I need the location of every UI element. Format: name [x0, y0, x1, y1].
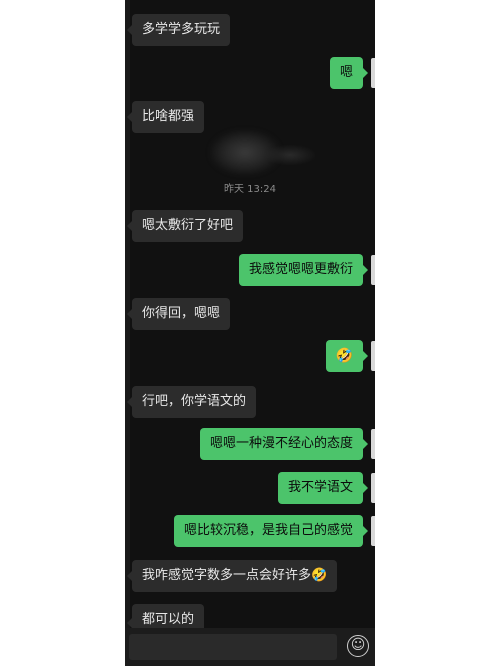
chat-screen: 多学学多玩玩 嗯 比啥都强 昨天 13:24 嗯太敷衍了好吧 我感觉嗯嗯更敷衍 … [125, 0, 375, 666]
own-avatar[interactable] [371, 473, 375, 503]
own-avatar[interactable] [371, 429, 375, 459]
message-incoming[interactable]: 比啥都强 [126, 101, 205, 133]
message-outgoing[interactable]: 我感觉嗯嗯更敷衍 [238, 254, 369, 286]
message-bubble: 嗯 [329, 57, 369, 89]
message-timestamp: 昨天 13:24 [224, 184, 276, 195]
message-outgoing[interactable]: 🤣 [325, 340, 369, 372]
left-avatar-column [125, 0, 130, 666]
message-incoming[interactable]: 我咋感觉字数多一点会好许多🤣 [126, 560, 338, 592]
message-incoming[interactable]: 你得回，嗯嗯 [126, 298, 231, 330]
input-bar: ☺ [125, 628, 375, 666]
message-incoming[interactable]: 嗯太敷衍了好吧 [126, 210, 244, 242]
message-bubble: 比啥都强 [126, 101, 205, 133]
message-bubble: 我感觉嗯嗯更敷衍 [238, 254, 369, 286]
message-bubble: 嗯太敷衍了好吧 [126, 210, 244, 242]
message-bubble: 嗯比较沉稳，是我自己的感觉 [173, 515, 369, 547]
message-outgoing[interactable]: 嗯嗯一种漫不经心的态度 [199, 428, 369, 460]
own-avatar[interactable] [371, 58, 375, 88]
message-bubble: 我咋感觉字数多一点会好许多🤣 [126, 560, 338, 592]
message-incoming[interactable]: 行吧，你学语文的 [126, 386, 257, 418]
message-bubble: 我不学语文 [277, 472, 369, 504]
message-bubble: 嗯嗯一种漫不经心的态度 [199, 428, 369, 460]
message-bubble: 行吧，你学语文的 [126, 386, 257, 418]
message-bubble: 多学学多玩玩 [126, 14, 231, 46]
message-outgoing[interactable]: 嗯比较沉稳，是我自己的感觉 [173, 515, 369, 547]
emoji-smile-icon[interactable]: ☺ [347, 635, 369, 657]
own-avatar[interactable] [371, 341, 375, 371]
message-input[interactable] [129, 634, 337, 660]
message-bubble: 你得回，嗯嗯 [126, 298, 231, 330]
own-avatar[interactable] [371, 255, 375, 285]
redacted-image [265, 145, 315, 165]
message-outgoing[interactable]: 我不学语文 [277, 472, 369, 504]
message-outgoing[interactable]: 嗯 [329, 57, 369, 89]
message-bubble: 🤣 [325, 340, 369, 372]
own-avatar[interactable] [371, 516, 375, 546]
message-incoming[interactable]: 多学学多玩玩 [126, 14, 231, 46]
